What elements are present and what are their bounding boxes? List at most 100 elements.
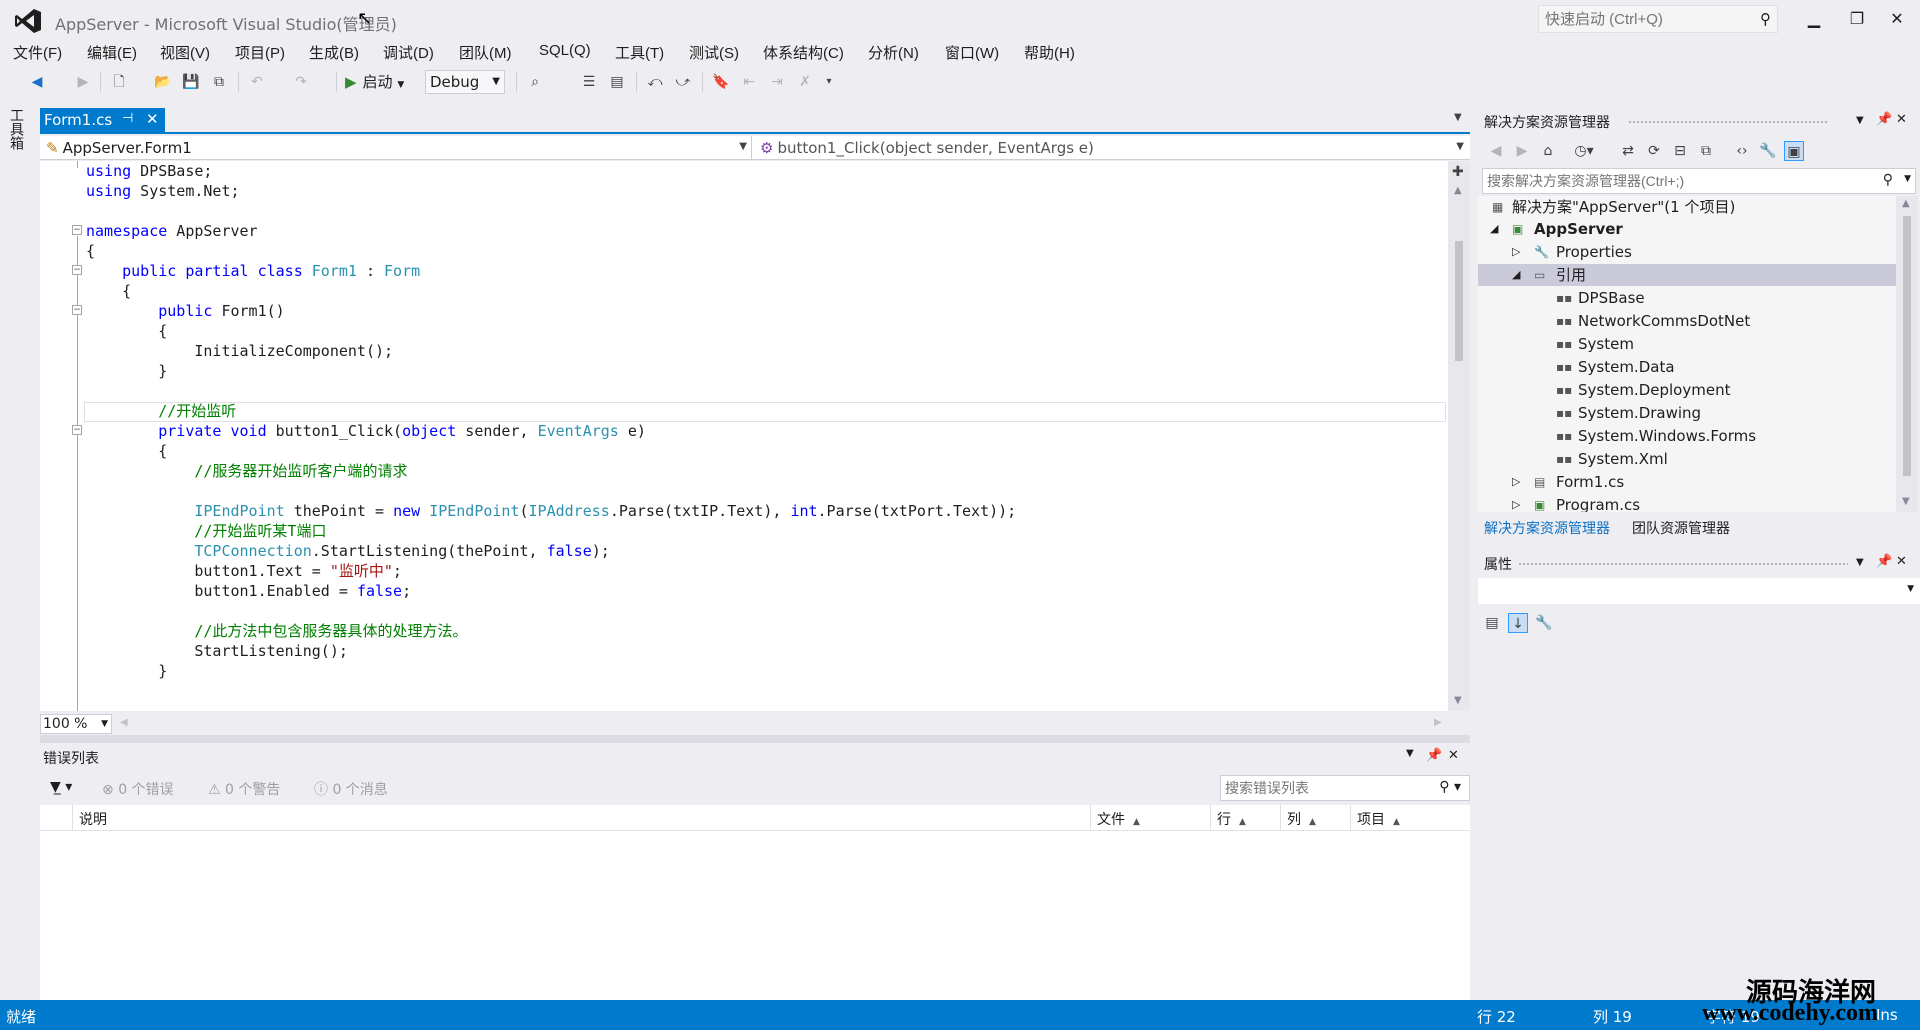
messages-filter-button[interactable]: ⓘ 0 个消息 — [314, 779, 388, 799]
previous-bookmark-icon[interactable]: ⇤ — [738, 71, 760, 93]
tree-item-references[interactable]: ◢ ▭ 引用 — [1478, 264, 1896, 286]
scrollbar-thumb[interactable] — [1903, 216, 1911, 476]
forward-icon[interactable]: ▶ — [1512, 141, 1532, 161]
quick-launch-input[interactable] — [1539, 6, 1739, 32]
find-in-files-icon[interactable]: ⌕ — [524, 71, 546, 93]
panel-menu-icon[interactable]: ▼ — [1856, 115, 1864, 126]
menu-project[interactable]: 项目(P) — [235, 42, 285, 63]
error-list-search[interactable]: ⚲ ▾ — [1220, 775, 1470, 801]
panel-menu-icon[interactable]: ▼ — [1406, 748, 1414, 759]
filter-icon[interactable]: ▼̲ ▾ — [50, 779, 72, 795]
warnings-filter-button[interactable]: ⚠ 0 个警告 — [208, 779, 280, 799]
collapse-all-icon[interactable]: ⊟ — [1670, 141, 1690, 161]
uncomment-icon[interactable]: ⤻ — [672, 71, 694, 93]
save-icon[interactable]: 💾 — [180, 71, 202, 93]
home-icon[interactable]: ⌂ — [1538, 141, 1558, 161]
save-all-icon[interactable]: ⧉ — [208, 71, 230, 93]
solution-explorer-icon[interactable]: ☰ — [578, 71, 600, 93]
tree-item-reference[interactable]: ▪▪ NetworkCommsDotNet — [1478, 310, 1896, 332]
refresh-icon[interactable]: ⟳ — [1644, 141, 1664, 161]
navigate-back-icon[interactable]: ◀ — [26, 71, 48, 93]
scrollbar-thumb[interactable] — [1455, 241, 1463, 361]
collapse-constructor-icon[interactable]: − — [72, 305, 82, 315]
undo-icon[interactable]: ↶ — [246, 71, 268, 93]
members-dropdown[interactable]: ⚙ button1_Click(object sender, EventArgs … — [756, 136, 1468, 160]
errors-filter-button[interactable]: ⊗ 0 个错误 — [102, 779, 174, 799]
panel-grip[interactable] — [1628, 120, 1828, 124]
expanded-arrow-icon[interactable]: ◢ — [1490, 218, 1498, 240]
menu-build[interactable]: 生成(B) — [309, 42, 359, 63]
view-code-icon[interactable]: ‹› — [1732, 141, 1752, 161]
alphabetical-icon[interactable]: ↓ — [1508, 613, 1528, 633]
tree-item-solution[interactable]: ▦ 解决方案"AppServer"(1 个项目) — [1478, 196, 1896, 218]
scroll-right-icon[interactable]: ▶ — [1434, 717, 1442, 728]
object-selector[interactable]: ▼ — [1478, 578, 1920, 604]
tree-item-properties[interactable]: ▷ 🔧 Properties — [1478, 241, 1896, 263]
tree-item-reference[interactable]: ▪▪ System.Data — [1478, 356, 1896, 378]
pin-icon[interactable]: 📌 — [1876, 112, 1892, 127]
column-file[interactable]: 文件 ▲ — [1090, 805, 1210, 831]
menu-architecture[interactable]: 体系结构(C) — [763, 42, 844, 63]
menu-view[interactable]: 视图(V) — [160, 42, 210, 63]
toolbar-options-icon[interactable]: ▾ — [818, 71, 840, 93]
menu-edit[interactable]: 编辑(E) — [87, 42, 137, 63]
menu-help[interactable]: 帮助(H) — [1024, 42, 1075, 63]
tree-item-reference[interactable]: ▪▪ DPSBase — [1478, 287, 1896, 309]
close-icon[interactable]: ✕ — [146, 110, 159, 128]
tree-item-reference[interactable]: ▪▪ System.Windows.Forms — [1478, 425, 1896, 447]
column-line[interactable]: 行 ▲ — [1210, 805, 1280, 831]
menu-team[interactable]: 团队(M) — [459, 42, 512, 63]
tab-solution-explorer[interactable]: 解决方案资源管理器 — [1484, 518, 1610, 538]
editor-vertical-scrollbar[interactable]: ✚ ▲ ▼ — [1448, 161, 1470, 711]
pin-icon[interactable]: 📌 — [1876, 554, 1892, 569]
tree-item-reference[interactable]: ▪▪ System.Drawing — [1478, 402, 1896, 424]
tree-item-program[interactable]: ▷ ▣ Program.cs — [1478, 494, 1896, 512]
collapsed-arrow-icon[interactable]: ▷ — [1512, 471, 1520, 493]
next-bookmark-icon[interactable]: ⇥ — [766, 71, 788, 93]
tree-item-reference[interactable]: ▪▪ System — [1478, 333, 1896, 355]
solution-tree-scrollbar[interactable]: ▲ ▼ — [1896, 196, 1918, 512]
close-window-button[interactable]: ✕ — [1880, 6, 1914, 32]
navigate-forward-icon[interactable]: ▶ — [72, 71, 94, 93]
tree-item-reference[interactable]: ▪▪ System.Xml — [1478, 448, 1896, 470]
column-project[interactable]: 项目 ▲ — [1350, 805, 1470, 831]
clear-bookmarks-icon[interactable]: ✗ — [794, 71, 816, 93]
pending-changes-filter-icon[interactable]: ◷▾ — [1574, 141, 1594, 161]
menu-tools[interactable]: 工具(T) — [615, 42, 664, 63]
properties-window-icon[interactable]: ▤ — [606, 71, 628, 93]
expanded-arrow-icon[interactable]: ◢ — [1512, 264, 1520, 286]
minimize-button[interactable]: ▁ — [1797, 6, 1831, 32]
column-column[interactable]: 列 ▲ — [1280, 805, 1350, 831]
solution-explorer-search[interactable]: ⚲ ▼ — [1482, 168, 1916, 194]
menu-analyze[interactable]: 分析(N) — [868, 42, 919, 63]
scroll-up-icon[interactable]: ▲ — [1454, 185, 1462, 196]
tab-form1-cs[interactable]: Form1.cs ⊣ ✕ — [40, 108, 165, 132]
split-window-icon[interactable]: ✚ — [1452, 164, 1464, 180]
close-icon[interactable]: ✕ — [1896, 112, 1907, 127]
collapsed-arrow-icon[interactable]: ▷ — [1512, 241, 1520, 263]
open-file-icon[interactable]: 📂 — [152, 71, 174, 93]
pin-icon[interactable]: ⊣ — [122, 111, 133, 126]
pin-icon[interactable]: 📌 — [1426, 748, 1442, 763]
scroll-down-icon[interactable]: ▼ — [1454, 695, 1462, 706]
start-debugging-button[interactable]: ▶ 启动 ▼ — [345, 71, 404, 93]
collapsed-arrow-icon[interactable]: ▷ — [1512, 494, 1520, 512]
bookmark-icon[interactable]: 🔖 — [710, 71, 732, 93]
zoom-level-select[interactable]: 100 % ▼ — [40, 714, 112, 734]
tab-team-explorer[interactable]: 团队资源管理器 — [1632, 518, 1730, 538]
redo-icon[interactable]: ↷ — [290, 71, 312, 93]
menu-debug[interactable]: 调试(D) — [383, 42, 434, 63]
tree-item-project[interactable]: ◢ ▣ AppServer — [1478, 218, 1896, 240]
panel-grip[interactable] — [1518, 562, 1848, 566]
menu-file[interactable]: 文件(F) — [13, 42, 62, 63]
close-icon[interactable]: ✕ — [1896, 554, 1907, 569]
restore-button[interactable]: ❐ — [1840, 6, 1874, 32]
collapse-class-icon[interactable]: − — [72, 265, 82, 275]
sync-with-document-icon[interactable]: ⇄ — [1618, 141, 1638, 161]
properties-icon[interactable]: 🔧 — [1758, 141, 1778, 161]
categorized-icon[interactable]: ▤ — [1482, 613, 1502, 633]
menu-sql[interactable]: SQL(Q) — [539, 42, 591, 59]
scroll-left-icon[interactable]: ◀ — [120, 717, 128, 728]
panel-splitter[interactable] — [40, 735, 1470, 743]
code-editor[interactable]: − − − − using DPSBase; using System.Net;… — [40, 161, 1448, 711]
